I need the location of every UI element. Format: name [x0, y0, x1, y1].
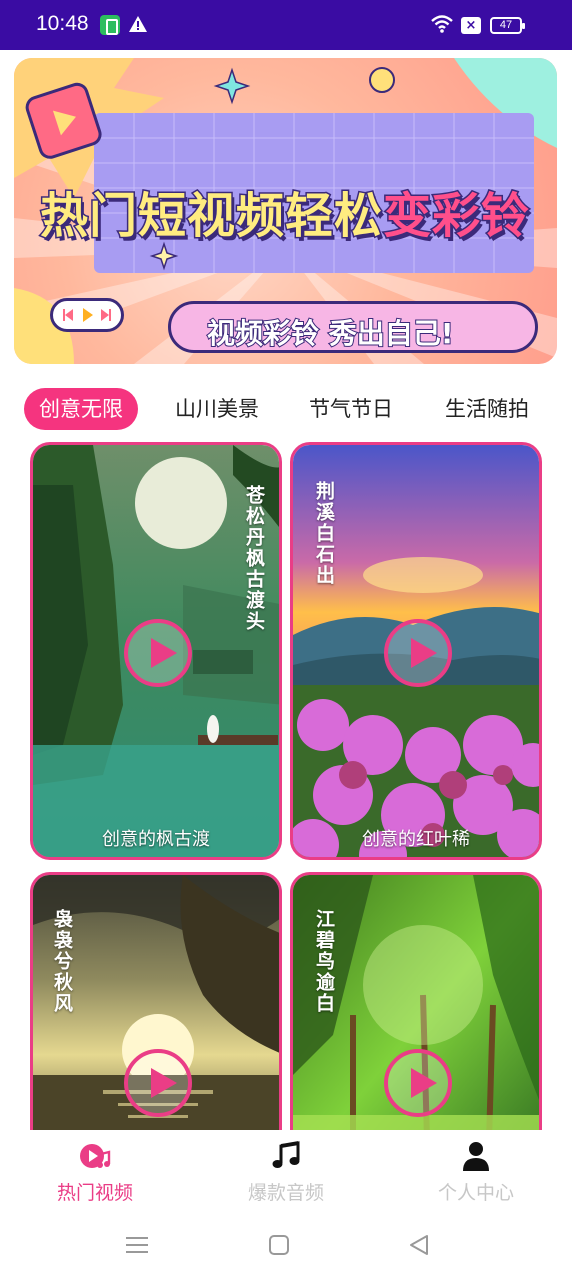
card-poem: 袅袅兮秋风 — [51, 909, 73, 1014]
media-controls-icon — [50, 298, 124, 332]
video-card[interactable]: 袅袅兮秋风 — [30, 872, 282, 1172]
tab-festivals[interactable]: 节气节日 — [294, 388, 408, 430]
banner-title: 热门短视频轻松变彩铃 — [38, 176, 540, 246]
nav-profile[interactable]: 个人中心 — [401, 1130, 551, 1210]
tab-landscape[interactable]: 山川美景 — [160, 388, 274, 430]
music-video-icon — [80, 1144, 111, 1168]
play-icon[interactable] — [384, 1049, 452, 1117]
nav-hit-audio[interactable]: 爆款音频 — [211, 1130, 361, 1210]
home-icon[interactable] — [266, 1232, 292, 1258]
card-caption: 创意的红叶稀 — [362, 829, 470, 850]
video-card[interactable]: 荆溪白石出 创意的红叶稀 — [290, 442, 542, 860]
menu-icon[interactable] — [124, 1232, 150, 1258]
back-icon[interactable] — [406, 1232, 432, 1258]
play-icon[interactable] — [124, 1049, 192, 1117]
warning-icon — [129, 16, 147, 32]
tab-life[interactable]: 生活随拍 — [430, 388, 544, 430]
status-bar: 10:48 × 47 — [0, 0, 572, 50]
wifi-icon — [431, 15, 453, 33]
card-poem: 江碧鸟逾白 — [313, 909, 335, 1014]
battery-icon: 47 — [490, 17, 525, 34]
play-icon[interactable] — [384, 619, 452, 687]
play-icon[interactable] — [124, 619, 192, 687]
app-notification-icon — [100, 15, 120, 35]
tab-creative[interactable]: 创意无限 — [24, 388, 138, 430]
music-note-icon — [272, 1141, 300, 1168]
nav-hot-videos[interactable]: 热门视频 — [20, 1130, 170, 1210]
sim-off-icon: × — [461, 17, 481, 34]
video-card[interactable]: 江碧鸟逾白 — [290, 872, 542, 1172]
system-nav-bar — [0, 1210, 572, 1280]
card-caption: 创意的枫古渡 — [102, 829, 210, 850]
status-time: 10:48 — [36, 12, 89, 35]
video-card[interactable]: 苍松丹枫古渡头 创意的枫古渡 — [30, 442, 282, 860]
banner-subtitle: 视频彩铃 秀出自己! — [168, 301, 538, 353]
banner-title-highlight: 变彩铃 — [382, 187, 531, 246]
card-poem: 荆溪白石出 — [313, 481, 335, 586]
nav-label: 爆款音频 — [247, 1182, 324, 1204]
person-icon — [463, 1142, 489, 1171]
nav-label: 个人中心 — [437, 1182, 514, 1204]
category-tabs: 创意无限 山川美景 节气节日 生活随拍 — [0, 386, 572, 432]
bottom-nav: 热门视频 爆款音频 个人中心 — [0, 1130, 572, 1210]
nav-label: 热门视频 — [56, 1182, 133, 1204]
promo-banner[interactable]: 热门短视频轻松变彩铃 视频彩铃 秀出自己! — [14, 58, 557, 364]
banner-title-main: 热门短视频轻松 — [38, 187, 384, 246]
card-poem: 苍松丹枫古渡头 — [243, 485, 265, 632]
banner-subtitle-text: 视频彩铃 秀出自己! — [206, 316, 455, 351]
